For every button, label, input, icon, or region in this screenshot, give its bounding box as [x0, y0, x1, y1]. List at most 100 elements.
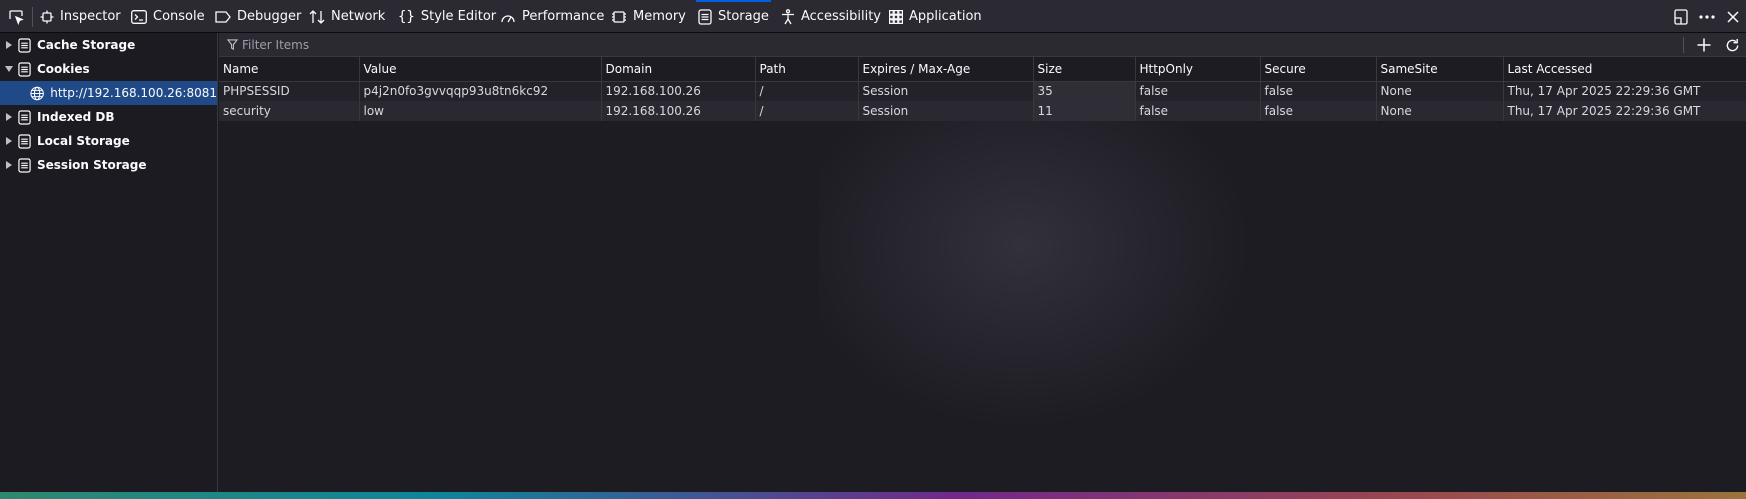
tab-label: Performance	[522, 9, 605, 24]
inspector-icon	[40, 10, 54, 23]
cell-domain: 192.168.100.26	[601, 81, 756, 101]
application-icon	[889, 9, 903, 24]
cell-samesite: None	[1376, 101, 1504, 121]
column-header-value[interactable]: Value	[359, 57, 602, 82]
cell-httponly: false	[1135, 81, 1261, 101]
tree-item-label: Local Storage	[37, 134, 130, 148]
cookies-panel: Name Value Domain Path Expires / Max-Age…	[219, 33, 1746, 492]
toolbar-right-buttons	[1668, 0, 1746, 33]
performance-icon	[501, 14, 515, 22]
filter-bar	[219, 33, 1746, 57]
tree-item-label: Session Storage	[37, 158, 147, 172]
tab-debugger[interactable]: Debugger	[215, 0, 301, 33]
table-row[interactable]: PHPSESSID p4j2n0fo3gvvqqp93u8tn6kc92 192…	[219, 81, 1746, 101]
bottom-accent-strip	[0, 492, 1746, 499]
tab-label: Inspector	[60, 9, 121, 24]
filter-input[interactable]	[242, 37, 1442, 52]
globe-icon	[30, 86, 44, 100]
tree-item-cookie-host[interactable]: http://192.168.100.26:8081	[0, 81, 217, 105]
devtools-toolbar: Inspector Console Debugger Network {} St…	[0, 0, 1746, 33]
cell-expires: Session	[858, 101, 1034, 121]
filter-bar-actions	[1683, 33, 1746, 57]
column-header-expires[interactable]: Expires / Max-Age	[858, 57, 1034, 82]
cookies-table: Name Value Domain Path Expires / Max-Age…	[219, 57, 1746, 121]
storage-tree-sidebar: Cache Storage Cookies http://192.168.100…	[0, 33, 218, 492]
cell-last-accessed: Thu, 17 Apr 2025 22:29:36 GMT	[1503, 81, 1746, 101]
column-header-size[interactable]: Size	[1033, 57, 1136, 82]
chevron-right-icon[interactable]	[0, 41, 18, 49]
storage-icon	[18, 109, 31, 125]
tree-item-cache-storage[interactable]: Cache Storage	[0, 33, 217, 57]
refresh-icon[interactable]	[1718, 33, 1746, 57]
console-icon	[131, 9, 147, 24]
filter-bar-separator	[1683, 37, 1684, 53]
tree-item-label: Indexed DB	[37, 110, 115, 124]
column-header-httponly[interactable]: HttpOnly	[1135, 57, 1261, 82]
table-row[interactable]: security low 192.168.100.26 / Session 11…	[219, 101, 1746, 121]
tab-label: Network	[331, 9, 386, 24]
cell-secure: false	[1260, 81, 1377, 101]
element-picker-icon[interactable]	[4, 6, 28, 28]
storage-icon	[18, 157, 31, 173]
tab-network[interactable]: Network	[309, 0, 385, 33]
tree-item-label: Cache Storage	[37, 38, 136, 52]
tree-item-label: http://192.168.100.26:8081	[50, 86, 217, 100]
column-header-samesite[interactable]: SameSite	[1376, 57, 1504, 82]
table-header-row: Name Value Domain Path Expires / Max-Age…	[219, 57, 1746, 82]
cell-size: 11	[1033, 101, 1136, 121]
tab-style-editor[interactable]: {} Style Editor	[398, 0, 496, 33]
chevron-right-icon[interactable]	[0, 113, 18, 121]
storage-icon	[18, 37, 31, 53]
tab-application[interactable]: Application	[889, 0, 982, 33]
dock-toggle-icon[interactable]	[1668, 4, 1694, 30]
column-header-path[interactable]: Path	[755, 57, 859, 82]
tree-item-session-storage[interactable]: Session Storage	[0, 153, 217, 177]
cell-expires: Session	[858, 81, 1034, 101]
cell-httponly: false	[1135, 101, 1261, 121]
close-icon[interactable]	[1720, 4, 1746, 30]
devtools-window: Inspector Console Debugger Network {} St…	[0, 0, 1746, 499]
cell-secure: false	[1260, 101, 1377, 121]
cell-name: PHPSESSID	[219, 81, 360, 101]
tab-inspector[interactable]: Inspector	[40, 0, 121, 33]
accessibility-icon	[782, 8, 794, 24]
tree-item-cookies[interactable]: Cookies	[0, 57, 217, 81]
cell-last-accessed: Thu, 17 Apr 2025 22:29:36 GMT	[1503, 101, 1746, 121]
tab-label: Style Editor	[420, 9, 497, 24]
tab-accessibility[interactable]: Accessibility	[781, 0, 881, 33]
tab-label: Application	[909, 9, 982, 24]
chevron-down-icon[interactable]	[0, 66, 18, 72]
filter-icon	[227, 39, 238, 50]
storage-icon	[18, 133, 31, 149]
cell-domain: 192.168.100.26	[601, 101, 756, 121]
tab-performance[interactable]: Performance	[500, 0, 604, 33]
column-header-secure[interactable]: Secure	[1260, 57, 1377, 82]
chevron-right-icon[interactable]	[0, 137, 18, 145]
tab-console[interactable]: Console	[131, 0, 205, 33]
style-editor-icon: {}	[398, 8, 415, 25]
cell-path: /	[755, 101, 859, 121]
tab-label: Console	[153, 9, 205, 24]
tab-label: Storage	[718, 9, 769, 24]
cell-value: low	[359, 101, 602, 121]
cell-name: security	[219, 101, 360, 121]
tree-item-indexed-db[interactable]: Indexed DB	[0, 105, 217, 129]
column-header-domain[interactable]: Domain	[601, 57, 756, 82]
add-item-icon[interactable]	[1690, 33, 1718, 57]
tree-item-label: Cookies	[37, 62, 90, 76]
tree-item-local-storage[interactable]: Local Storage	[0, 129, 217, 153]
column-header-name[interactable]: Name	[219, 57, 360, 82]
tab-storage[interactable]: Storage	[696, 0, 771, 33]
tab-label: Debugger	[237, 9, 302, 24]
column-header-last-accessed[interactable]: Last Accessed	[1503, 57, 1746, 82]
memory-icon	[612, 10, 626, 23]
cell-value: p4j2n0fo3gvvqqp93u8tn6kc92	[359, 81, 602, 101]
storage-icon	[18, 61, 31, 77]
debugger-icon	[215, 10, 231, 23]
background-glow	[819, 113, 1269, 443]
storage-icon	[698, 8, 712, 25]
more-options-icon[interactable]	[1694, 4, 1720, 30]
tab-memory[interactable]: Memory	[611, 0, 686, 33]
chevron-right-icon[interactable]	[0, 161, 18, 169]
cell-path: /	[755, 81, 859, 101]
